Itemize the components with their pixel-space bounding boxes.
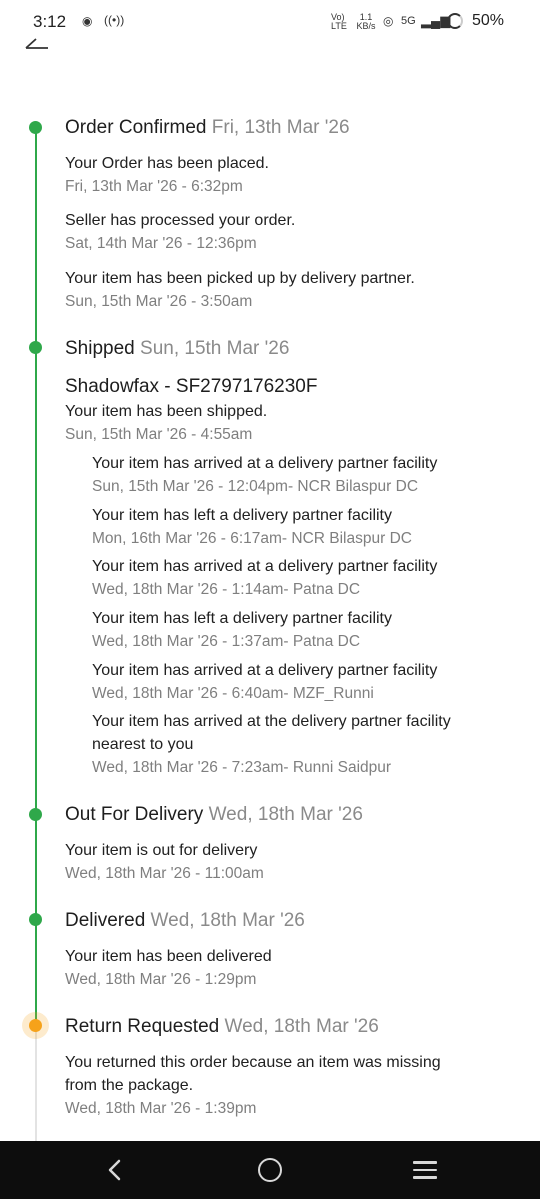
sub-event-time: Wed, 18th Mar '26 - 7:23am- Runni Saidpu… (92, 759, 392, 776)
sub-event-time: Wed, 18th Mar '26 - 6:40am- MZF_Runni (92, 685, 374, 702)
recents-icon[interactable] (413, 1161, 437, 1184)
home-icon[interactable] (258, 1158, 282, 1182)
stage-title: Out For Delivery (65, 804, 204, 825)
stage-date: Wed, 18th Mar '26 (208, 804, 363, 825)
sub-event-text: Your item has left a delivery partner fa… (92, 507, 392, 524)
stage-heading-delivered: Delivered Wed, 18th Mar '26 (65, 910, 305, 932)
stage-title: Shipped (65, 338, 135, 359)
courier-tracking-id: Shadowfax - SF2797176230F (65, 376, 318, 397)
sub-event-text: Your item has arrived at the delivery pa… (92, 713, 451, 730)
event-text: Your item has been picked up by delivery… (65, 270, 415, 287)
status-bar: 3:12 ◉ ((•)) Vo) LTE 1.1 KB/s ◎ 5G ▂▄▆ 5… (0, 0, 540, 44)
event-text: Your Order has been placed. (65, 155, 269, 172)
stage-dot-delivered (29, 913, 42, 926)
event-time: Wed, 18th Mar '26 - 1:39pm (65, 1100, 257, 1117)
hotspot-icon: ((•)) (104, 13, 125, 27)
signal-bars-icon: ▂▄▆ (421, 13, 451, 28)
timeline-track-complete (35, 128, 37, 1026)
stage-dot-out-for-delivery (29, 808, 42, 821)
stage-dot-shipped (29, 341, 42, 354)
stage-date: Wed, 18th Mar '26 (150, 910, 305, 931)
battery-ring-icon (447, 13, 463, 29)
stage-title: Delivered (65, 910, 146, 931)
sub-event-time: Sun, 15th Mar '26 - 12:04pm- NCR Bilaspu… (92, 478, 419, 495)
whatsapp-icon: ◉ (82, 14, 93, 28)
stage-date: Sun, 15th Mar '26 (140, 338, 290, 359)
stage-dot-order-confirmed (29, 121, 42, 134)
sub-event-time: Wed, 18th Mar '26 - 1:14am- Patna DC (92, 581, 361, 598)
event-time: Sat, 14th Mar '26 - 12:36pm (65, 235, 257, 252)
sub-event-time: Mon, 16th Mar '26 - 6:17am- NCR Bilaspur… (92, 530, 412, 547)
stage-heading-out-for-delivery: Out For Delivery Wed, 18th Mar '26 (65, 804, 363, 826)
sub-event-text: nearest to you (92, 736, 194, 753)
event-text: Seller has processed your order. (65, 212, 296, 229)
battery-percent: 50% (472, 12, 505, 29)
event-time: Sun, 15th Mar '26 - 4:55am (65, 426, 253, 443)
system-nav-bar (0, 1141, 540, 1199)
back-arrow-icon[interactable] (24, 34, 50, 54)
event-text: from the package. (65, 1077, 194, 1094)
back-icon[interactable] (105, 1158, 125, 1182)
stage-heading-return-requested: Return Requested Wed, 18th Mar '26 (65, 1016, 379, 1038)
timeline-track-pending (35, 1026, 37, 1142)
sub-event-time: Wed, 18th Mar '26 - 1:37am- Patna DC (92, 633, 361, 650)
stage-date: Wed, 18th Mar '26 (224, 1016, 379, 1037)
event-time: Wed, 18th Mar '26 - 1:29pm (65, 971, 257, 988)
stage-title: Return Requested (65, 1016, 220, 1037)
sub-event-text: Your item has left a delivery partner fa… (92, 610, 392, 627)
network-speed: 1.1 KB/s (356, 12, 376, 31)
stage-heading-order-confirmed: Order Confirmed Fri, 13th Mar '26 (65, 117, 350, 139)
event-text: You returned this order because an item … (65, 1054, 441, 1071)
sub-event-text: Your item has arrived at a delivery part… (92, 558, 438, 575)
event-time: Fri, 13th Mar '26 - 6:32pm (65, 178, 243, 195)
stage-title: Order Confirmed (65, 117, 207, 138)
event-time: Wed, 18th Mar '26 - 11:00am (65, 865, 264, 882)
sub-event-text: Your item has arrived at a delivery part… (92, 662, 438, 679)
status-time: 3:12 (33, 12, 67, 31)
stage-date: Fri, 13th Mar '26 (211, 117, 350, 138)
event-text: Your item has been shipped. (65, 403, 268, 420)
wifi-calling-icon: ◎ (383, 14, 394, 28)
sub-event-text: Your item has arrived at a delivery part… (92, 455, 438, 472)
event-text: Your item has been delivered (65, 948, 272, 965)
stage-heading-shipped: Shipped Sun, 15th Mar '26 (65, 338, 289, 360)
event-time: Sun, 15th Mar '26 - 3:50am (65, 293, 253, 310)
signal-type: 5G (401, 15, 416, 27)
stage-dot-return-requested (29, 1019, 42, 1032)
event-text: Your item is out for delivery (65, 842, 258, 859)
network-type: Vo) LTE (331, 12, 347, 31)
